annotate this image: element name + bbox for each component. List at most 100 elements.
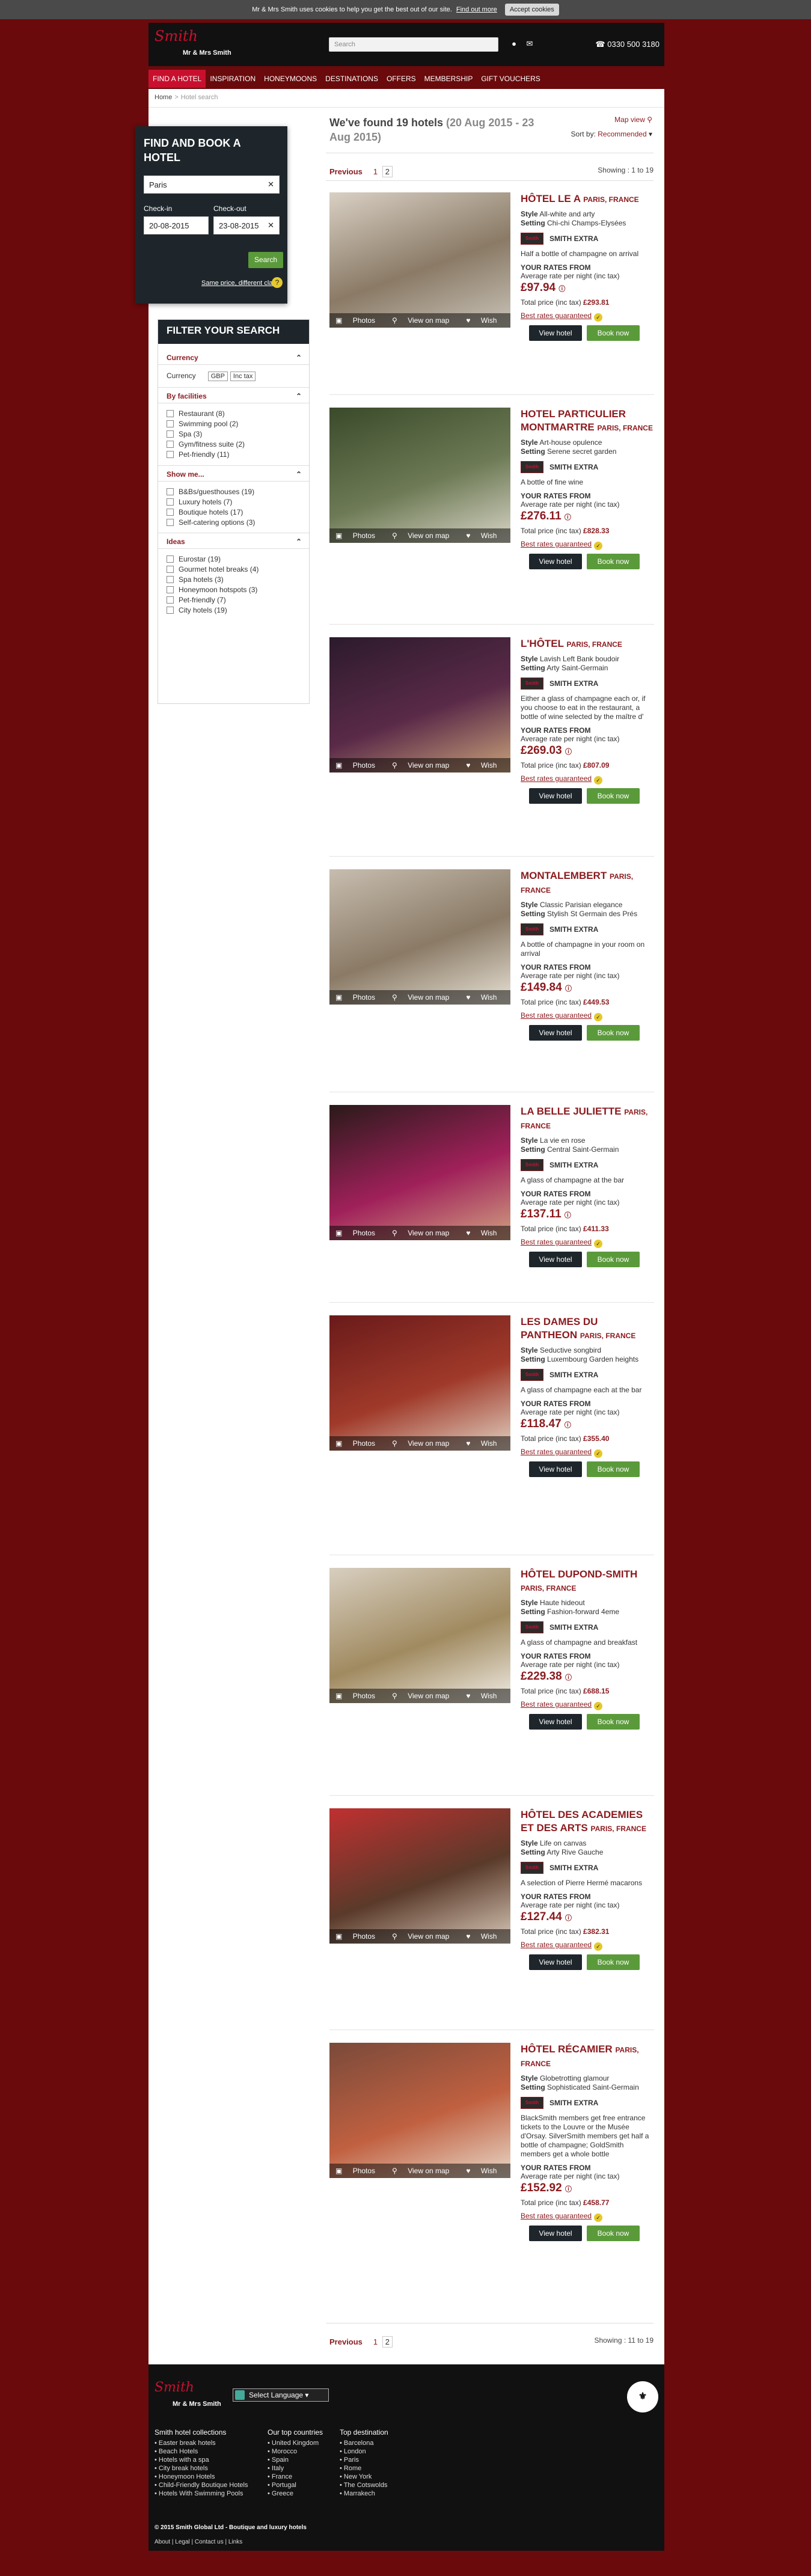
photos-link[interactable]: ▣ Photos [335, 761, 384, 769]
info-icon[interactable]: ⓘ [565, 2186, 572, 2193]
filter-option[interactable]: Honeymoon hotspots (3) [167, 585, 257, 595]
search-input[interactable]: Search [329, 37, 498, 52]
help-icon[interactable]: ? [272, 277, 283, 288]
hotel-name[interactable]: Hôtel des Academies et des Arts Paris, F… [521, 1808, 653, 1835]
checkbox[interactable] [167, 509, 174, 516]
info-icon[interactable]: ⓘ [565, 1212, 571, 1219]
footer-link[interactable]: • Spain [268, 2456, 323, 2464]
view-hotel-button[interactable]: View hotel [529, 325, 582, 341]
photos-link[interactable]: ▣ Photos [335, 1439, 384, 1448]
book-now-button[interactable]: Book now [587, 1025, 640, 1041]
filter-option[interactable]: Pet-friendly (7) [167, 595, 226, 605]
view-hotel-button[interactable]: View hotel [529, 1252, 582, 1267]
checkout-input[interactable]: 23-08-2015 ✕ [213, 216, 280, 234]
footer-link[interactable]: • Beach Hotels [155, 2447, 248, 2456]
footer-link[interactable]: • Honeymoon Hotels [155, 2473, 248, 2481]
book-now-button[interactable]: Book now [587, 325, 640, 341]
footer-link[interactable]: • Greece [268, 2489, 323, 2498]
filter-option[interactable]: Spa (3) [167, 429, 202, 439]
view-hotel-button[interactable]: View hotel [529, 2226, 582, 2241]
best-rates-link[interactable]: Best rates guaranteed ✓ [521, 1941, 653, 1951]
hotel-photo[interactable]: ▣ Photos⚲ View on map♥ Wish list [329, 637, 510, 772]
checkbox[interactable] [167, 586, 174, 593]
best-rates-link[interactable]: Best rates guaranteed ✓ [521, 774, 653, 785]
hotel-name[interactable]: Les Dames du Pantheon Paris, France [521, 1315, 653, 1342]
checkbox[interactable] [167, 555, 174, 563]
info-icon[interactable]: ⓘ [565, 748, 572, 756]
view-hotel-button[interactable]: View hotel [529, 1714, 582, 1730]
checkin-input[interactable]: 20-08-2015 [144, 216, 209, 234]
filter-section-ideas[interactable]: Ideas ⌃ [167, 537, 302, 546]
view-on-map-link[interactable]: ⚲ View on map [392, 1932, 458, 1941]
photos-link[interactable]: ▣ Photos [335, 1692, 384, 1700]
page-link-current[interactable]: 2 [382, 2336, 393, 2348]
view-on-map-link[interactable]: ⚲ View on map [392, 1439, 458, 1448]
footer-link[interactable]: • Italy [268, 2464, 323, 2473]
photos-link[interactable]: ▣ Photos [335, 1229, 384, 1237]
hotel-photo[interactable]: ▣ Photos⚲ View on map♥ Wish list [329, 1808, 510, 1944]
view-on-map-link[interactable]: ⚲ View on map [392, 2167, 458, 2175]
cookie-find-out-link[interactable]: Find out more [456, 6, 497, 13]
best-rates-link[interactable]: Best rates guaranteed ✓ [521, 1700, 653, 1710]
book-now-button[interactable]: Book now [587, 1954, 640, 1970]
checkbox[interactable] [167, 576, 174, 583]
destination-input[interactable]: Paris ✕ [144, 176, 280, 194]
hotel-photo[interactable]: ▣ Photos⚲ View on map♥ Wish list [329, 1568, 510, 1703]
filter-option[interactable]: Restaurant (8) [167, 409, 225, 418]
best-rates-link[interactable]: Best rates guaranteed ✓ [521, 1238, 653, 1248]
info-icon[interactable]: ⓘ [565, 985, 572, 993]
best-rates-link[interactable]: Best rates guaranteed ✓ [521, 311, 653, 322]
footer-link[interactable]: • France [268, 2473, 323, 2481]
filter-option[interactable]: City hotels (19) [167, 605, 227, 615]
photos-link[interactable]: ▣ Photos [335, 531, 384, 540]
footer-link[interactable]: • Rome [340, 2464, 388, 2473]
user-icon[interactable]: ● [509, 39, 519, 49]
view-hotel-button[interactable]: View hotel [529, 1025, 582, 1041]
photos-link[interactable]: ▣ Photos [335, 993, 384, 1002]
same-price-different-class-link[interactable]: Same price, different class [201, 280, 279, 287]
footer-link[interactable]: • Portugal [268, 2481, 323, 2489]
logo[interactable]: Smith [155, 28, 198, 44]
map-view-link[interactable]: Map view ⚲ [614, 115, 652, 124]
checkbox[interactable] [167, 498, 174, 506]
photos-link[interactable]: ▣ Photos [335, 2167, 384, 2175]
view-hotel-button[interactable]: View hotel [529, 1461, 582, 1477]
footer-link[interactable]: • Easter break hotels [155, 2439, 248, 2447]
checkbox[interactable] [167, 607, 174, 614]
page-link-current[interactable]: 2 [382, 166, 393, 177]
filter-option[interactable]: Boutique hotels (17) [167, 507, 243, 517]
filter-option[interactable]: Self-catering options (3) [167, 518, 255, 527]
breadcrumb-home[interactable]: Home [155, 94, 172, 101]
checkbox[interactable] [167, 441, 174, 448]
checkbox[interactable] [167, 596, 174, 604]
hotel-name[interactable]: Hôtel Dupond-Smith Paris, France [521, 1568, 653, 1595]
filter-section-currency[interactable]: Currency ⌃ [167, 353, 302, 362]
previous-page-link[interactable]: Previous [329, 2337, 363, 2346]
checkbox[interactable] [167, 430, 174, 438]
footer-link[interactable]: • Marrakech [340, 2489, 388, 2498]
view-on-map-link[interactable]: ⚲ View on map [392, 993, 458, 1002]
phone-number[interactable]: ☎ 0330 500 3180 [595, 40, 660, 49]
hotel-name[interactable]: Hôtel Le A Paris, France [521, 192, 653, 206]
book-now-button[interactable]: Book now [587, 1461, 640, 1477]
filter-section-show-me[interactable]: Show me... ⌃ [167, 470, 302, 479]
hotel-name[interactable]: Hotel Particulier Montmartre Paris, Fran… [521, 408, 653, 435]
info-icon[interactable]: ⓘ [565, 1915, 572, 1922]
best-rates-link[interactable]: Best rates guaranteed ✓ [521, 1448, 653, 1458]
photos-link[interactable]: ▣ Photos [335, 1932, 384, 1941]
best-rates-link[interactable]: Best rates guaranteed ✓ [521, 2212, 653, 2222]
filter-option[interactable]: Gourmet hotel breaks (4) [167, 564, 259, 574]
filter-option[interactable]: Swimming pool (2) [167, 419, 238, 429]
photos-link[interactable]: ▣ Photos [335, 316, 384, 325]
best-rates-link[interactable]: Best rates guaranteed ✓ [521, 540, 653, 550]
hotel-name[interactable]: Hôtel Récamier Paris, France [521, 2043, 653, 2070]
view-hotel-button[interactable]: View hotel [529, 788, 582, 804]
nav-honeymoons[interactable]: Honeymoons [260, 70, 321, 88]
footer-link[interactable]: • City break hotels [155, 2464, 248, 2473]
footer-link[interactable]: • The Cotswolds [340, 2481, 388, 2489]
view-on-map-link[interactable]: ⚲ View on map [392, 316, 458, 325]
language-select[interactable]: Select Language ▾ [233, 2388, 329, 2402]
previous-page-link[interactable]: Previous [329, 167, 363, 176]
checkbox[interactable] [167, 519, 174, 526]
sort-select[interactable]: Sort by: Recommended ▾ [571, 130, 652, 138]
